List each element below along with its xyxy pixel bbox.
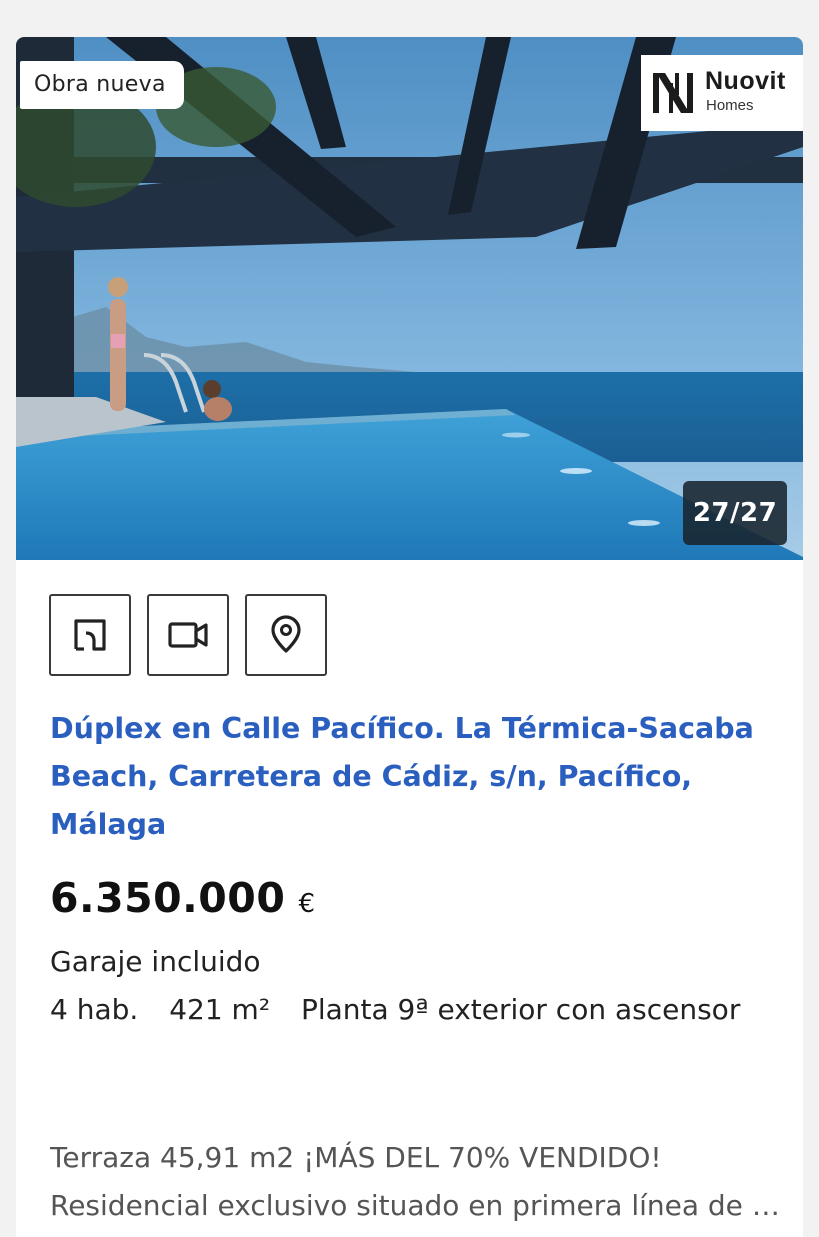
floor-spec: Planta 9ª exterior con ascensor: [300, 993, 741, 1026]
price-currency: €: [298, 889, 315, 919]
price-row: 6.350.000 €: [50, 874, 315, 934]
map-pin-icon: [271, 615, 301, 653]
floor-plan-button[interactable]: [49, 594, 131, 676]
listing-photo[interactable]: Obra nueva Nuovit Homes 27/27: [16, 37, 803, 560]
description-line-1: Terraza 45,91 m2 ¡MÁS DEL 70% VENDIDO!: [50, 1141, 662, 1174]
garage-info: Garaje incluido: [50, 945, 261, 978]
agency-name: Nuovit: [705, 67, 786, 95]
video-camera-icon: [168, 622, 208, 648]
description-line-2: Residencial exclusivo situado en primera…: [50, 1189, 780, 1222]
listing-specs: 4 hab. 421 m² Planta 9ª exterior con asc…: [50, 986, 770, 1034]
listing-price: 6.350.000: [50, 874, 286, 922]
listing-card[interactable]: Obra nueva Nuovit Homes 27/27 Dúplex en …: [16, 37, 803, 1237]
listing-title-link[interactable]: Dúplex en Calle Pacífico. La Térmica-Sac…: [50, 705, 780, 849]
photo-counter: 27/27: [683, 481, 787, 545]
video-button[interactable]: [147, 594, 229, 676]
floor-plan-icon: [74, 619, 106, 651]
rooms-spec: 4 hab.: [50, 993, 139, 1026]
new-build-badge: Obra nueva: [20, 61, 184, 109]
agency-subtitle: Homes: [706, 97, 754, 114]
listing-description: Terraza 45,91 m2 ¡MÁS DEL 70% VENDIDO! R…: [50, 1134, 780, 1230]
map-button[interactable]: [245, 594, 327, 676]
area-spec: 421 m²: [169, 993, 271, 1026]
agency-logo[interactable]: Nuovit Homes: [641, 55, 803, 131]
nuovit-logo-icon: [653, 73, 693, 113]
